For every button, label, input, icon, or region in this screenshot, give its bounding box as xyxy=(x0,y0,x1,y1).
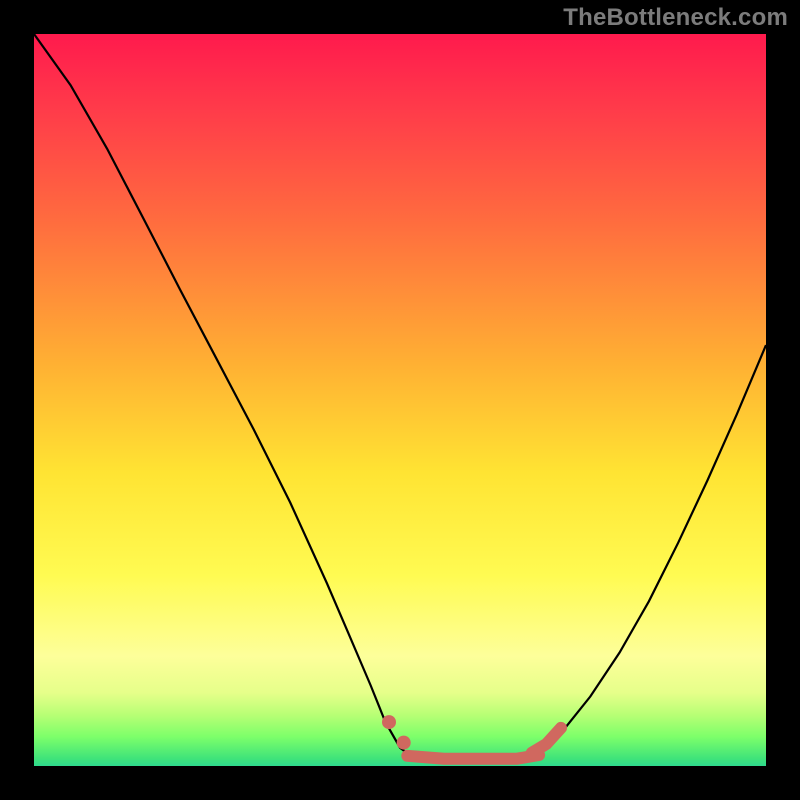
chart-frame: TheBottleneck.com xyxy=(0,0,800,800)
curve-left-path xyxy=(34,34,415,759)
watermark-text: TheBottleneck.com xyxy=(563,4,788,32)
marker-dot xyxy=(382,715,396,729)
flat-trough-path xyxy=(407,755,539,759)
chart-plot-area xyxy=(34,34,766,766)
curve-right-path xyxy=(532,345,766,759)
left-marker-dots xyxy=(382,715,411,750)
marker-dot xyxy=(397,736,411,750)
right-marker-stroke xyxy=(532,728,561,753)
chart-svg xyxy=(34,34,766,766)
